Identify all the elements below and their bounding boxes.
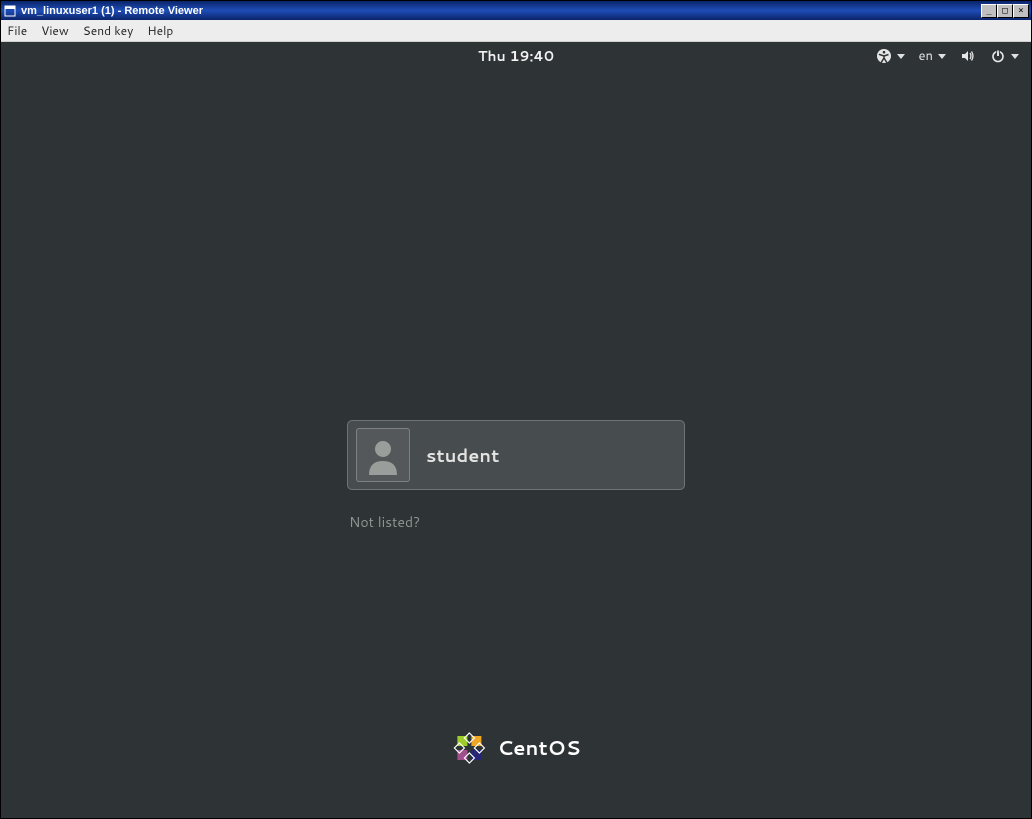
user-icon (363, 435, 403, 475)
not-listed-link[interactable]: Not listed? (347, 512, 685, 532)
username-label: student (426, 442, 499, 468)
app-icon (3, 4, 17, 18)
menu-view[interactable]: View (41, 22, 69, 39)
branding: CentOS (451, 730, 580, 766)
power-icon (990, 48, 1006, 64)
remote-viewer-window: vm_linuxuser1 (1) - Remote Viewer _ □ × … (0, 0, 1032, 819)
chevron-down-icon (938, 54, 946, 59)
menu-sendkey[interactable]: Send key (83, 22, 134, 39)
gnome-topbar: Thu 19:40 en (1, 42, 1031, 70)
accessibility-icon (876, 48, 892, 64)
brand-name: CentOS (497, 734, 580, 762)
menubar: File View Send key Help (1, 20, 1031, 42)
centos-logo-icon (451, 730, 487, 766)
close-button[interactable]: × (1013, 4, 1029, 18)
topbar-right: en (876, 42, 1019, 70)
power-menu[interactable] (990, 48, 1019, 64)
language-label: en (919, 47, 933, 65)
volume-icon (960, 48, 976, 64)
volume-indicator[interactable] (960, 48, 976, 64)
titlebar[interactable]: vm_linuxuser1 (1) - Remote Viewer _ □ × (1, 1, 1031, 20)
minimize-button[interactable]: _ (981, 4, 997, 18)
clock[interactable]: Thu 19:40 (478, 46, 554, 66)
accessibility-menu[interactable] (876, 48, 905, 64)
vm-screen: Thu 19:40 en (1, 42, 1031, 818)
chevron-down-icon (1011, 54, 1019, 59)
login-area: student Not listed? (347, 420, 685, 532)
maximize-button[interactable]: □ (997, 4, 1013, 18)
menu-help[interactable]: Help (147, 22, 173, 39)
window-controls: _ □ × (981, 4, 1029, 18)
menu-file[interactable]: File (7, 22, 27, 39)
user-entry[interactable]: student (347, 420, 685, 490)
avatar (356, 428, 410, 482)
language-menu[interactable]: en (919, 47, 946, 65)
window-title: vm_linuxuser1 (1) - Remote Viewer (21, 5, 981, 17)
chevron-down-icon (897, 54, 905, 59)
